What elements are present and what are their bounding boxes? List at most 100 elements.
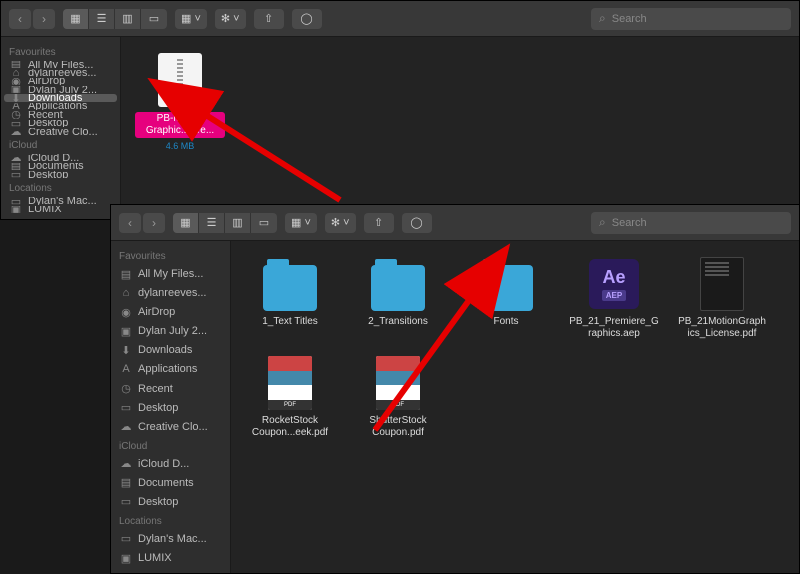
sidebar-item-icon: ◉ xyxy=(9,78,23,85)
sidebar-item-icon: ⬇ xyxy=(119,343,133,357)
sidebar-item-label: Recent xyxy=(138,383,173,395)
sidebar-item[interactable]: ☁ iCloud D... xyxy=(1,154,120,161)
sidebar-item[interactable]: ☁Creative Clo... xyxy=(1,128,120,135)
sidebar-item[interactable]: ▭ Dylan's Mac... xyxy=(1,197,120,204)
sidebar-item-icon: ◉ xyxy=(119,305,133,319)
sidebar-item[interactable]: ▣Dylan July 2... xyxy=(1,86,120,93)
sidebar-item[interactable]: ☁iCloud D... xyxy=(111,455,230,473)
gallery-view-button[interactable]: ▭ xyxy=(251,213,277,233)
sidebar-item-label: Downloads xyxy=(28,94,82,101)
sidebar-item-icon: ▤ xyxy=(119,476,133,490)
sidebar-item-label: Downloads xyxy=(138,344,192,356)
file-item[interactable]: 2_Transitions xyxy=(353,255,443,340)
sidebar-item[interactable]: ⬇ Downloads xyxy=(4,94,117,101)
sidebar-item[interactable]: ◷ Recent xyxy=(1,111,120,118)
sidebar-item-icon: ▭ xyxy=(9,171,23,178)
sidebar-item-label: iCloud D... xyxy=(28,154,79,161)
search-placeholder: Search xyxy=(612,217,647,229)
sidebar-item[interactable]: ◉ AirDrop xyxy=(111,303,230,321)
sidebar-item-icon: ▣ xyxy=(119,551,133,565)
sidebar-item[interactable]: ◷Recent xyxy=(111,379,230,397)
thumb-icon: PDF xyxy=(371,354,425,412)
file-item[interactable]: PDFRocketStock Coupon...eek.pdf xyxy=(245,354,335,439)
sidebar-item-icon: ◷ xyxy=(9,111,23,118)
search-field[interactable]: ⌕ Search xyxy=(591,8,791,30)
sidebar-heading: Locations xyxy=(1,179,120,196)
share-button[interactable]: ⇧ xyxy=(254,9,284,29)
icon-view-button[interactable]: ▦ xyxy=(173,213,199,233)
forward-button[interactable]: › xyxy=(33,9,55,29)
sidebar-item-icon: ▭ xyxy=(9,120,23,127)
sidebar-item[interactable]: ▭Desktop xyxy=(111,399,230,417)
sidebar-item[interactable]: ▤Documents xyxy=(1,163,120,170)
folder-icon xyxy=(479,255,533,313)
sidebar-item-icon: ⌂ xyxy=(9,69,23,76)
sidebar-item[interactable]: ▭Dylan's Mac... xyxy=(111,530,230,548)
sidebar-item-label: LUMIX xyxy=(28,206,62,213)
finder-window-2: ‹ › ▦ ☰ ▥ ▭ ▦ ˅ ✻ ˅ ⇧ ◯ ⌕ Search Favouri… xyxy=(110,204,800,574)
gallery-view-button[interactable]: ▭ xyxy=(141,9,167,29)
sidebar-item[interactable]: ▣ LUMIX xyxy=(111,549,230,567)
sidebar-item-icon: ▤ xyxy=(9,61,23,68)
sidebar-item-label: AirDrop xyxy=(138,306,175,318)
sidebar-item-icon: ⬇ xyxy=(9,94,23,101)
action-button[interactable]: ✻ ˅ xyxy=(215,9,246,29)
sidebar-item[interactable]: ▤Documents xyxy=(111,474,230,492)
file-item[interactable]: Fonts xyxy=(461,255,551,340)
sidebar-item[interactable]: ▣LUMIX xyxy=(1,206,120,213)
content-area[interactable]: ZIPPB-Motion Graphic...iere...4.6 MB xyxy=(121,37,799,219)
sidebar-item-icon: ▤ xyxy=(119,267,133,281)
sidebar-item-icon: ▭ xyxy=(9,197,23,204)
sidebar-item[interactable]: ⌂dylanreeves... xyxy=(111,284,230,302)
sidebar-item-label: Creative Clo... xyxy=(138,421,208,433)
back-button[interactable]: ‹ xyxy=(9,9,31,29)
sidebar-item[interactable]: ⬇ Downloads xyxy=(111,341,230,359)
list-view-button[interactable]: ☰ xyxy=(89,9,115,29)
finder-window-1: ‹ › ▦ ☰ ▥ ▭ ▦ ˅ ✻ ˅ ⇧ ◯ ⌕ Search Favouri… xyxy=(0,0,800,220)
list-view-button[interactable]: ☰ xyxy=(199,213,225,233)
file-item[interactable]: ZIPPB-Motion Graphic...iere...4.6 MB xyxy=(135,51,225,151)
sidebar-item[interactable]: ▭Desktop xyxy=(1,120,120,127)
sidebar-item[interactable]: ▤ All My Files... xyxy=(111,265,230,283)
file-item[interactable]: PDFShutterStock Coupon.pdf xyxy=(353,354,443,439)
sidebar-item-label: Applications xyxy=(28,103,87,110)
forward-button[interactable]: › xyxy=(143,213,165,233)
sidebar-item[interactable]: AApplications xyxy=(111,360,230,378)
column-view-button[interactable]: ▥ xyxy=(115,9,141,29)
icon-view-button[interactable]: ▦ xyxy=(63,9,89,29)
file-name: 2_Transitions xyxy=(368,316,428,328)
sidebar-item-icon: ⌂ xyxy=(119,286,133,300)
arrange-button[interactable]: ▦ ˅ xyxy=(175,9,207,29)
sidebar-item-icon: ▣ xyxy=(119,324,133,338)
sidebar-item-icon: ▣ xyxy=(9,86,23,93)
sidebar-item-label: Recent xyxy=(28,111,63,118)
action-button[interactable]: ✻ ˅ xyxy=(325,213,356,233)
tags-button[interactable]: ◯ xyxy=(292,9,322,29)
sidebar-item[interactable]: AApplications xyxy=(1,103,120,110)
file-item[interactable]: 1_Text Titles xyxy=(245,255,335,340)
file-item[interactable]: AeAEPPB_21_Premiere_Graphics.aep xyxy=(569,255,659,340)
file-item[interactable]: PB_21MotionGraphics_License.pdf xyxy=(677,255,767,340)
sidebar-item[interactable]: ▣Dylan July 2... xyxy=(111,322,230,340)
sidebar-item[interactable]: ▤All My Files... xyxy=(1,61,120,68)
sidebar-item[interactable]: ▭Desktop xyxy=(111,493,230,511)
aep-icon: AeAEP xyxy=(587,255,641,313)
share-button[interactable]: ⇧ xyxy=(364,213,394,233)
sidebar-item-label: Dylan's Mac... xyxy=(28,197,97,204)
sidebar-item[interactable]: ☁Creative Clo... xyxy=(111,418,230,436)
sidebar-heading: iCloud xyxy=(111,437,230,454)
search-field[interactable]: ⌕ Search xyxy=(591,212,791,234)
sidebar-item-icon: ☁ xyxy=(9,154,23,161)
sidebar-item[interactable]: ▭Desktop xyxy=(1,171,120,178)
view-mode-group: ▦ ☰ ▥ ▭ xyxy=(63,9,167,29)
sidebar-item-label: LUMIX xyxy=(138,552,172,564)
back-button[interactable]: ‹ xyxy=(119,213,141,233)
sidebar-item[interactable]: ◉AirDrop xyxy=(1,78,120,85)
sidebar-item[interactable]: ⌂dylanreeves... xyxy=(1,69,120,76)
column-view-button[interactable]: ▥ xyxy=(225,213,251,233)
content-area[interactable]: 1_Text Titles2_TransitionsFontsAeAEPPB_2… xyxy=(231,241,799,573)
tags-button[interactable]: ◯ xyxy=(402,213,432,233)
arrange-button[interactable]: ▦ ˅ xyxy=(285,213,317,233)
search-icon: ⌕ xyxy=(599,215,606,230)
sidebar-item-label: All My Files... xyxy=(138,268,203,280)
